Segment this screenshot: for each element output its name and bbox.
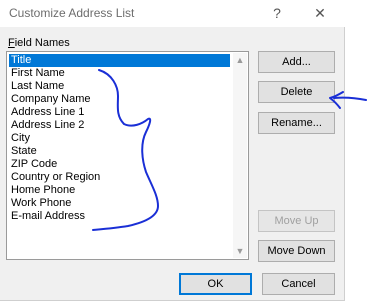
field-names-label: Field Names [8,37,70,49]
cancel-button[interactable]: Cancel [262,273,335,295]
scroll-up-icon[interactable]: ▲ [233,53,247,67]
list-item[interactable]: Last Name [9,80,66,93]
ok-button[interactable]: OK [179,273,252,295]
list-item[interactable]: Address Line 1 [9,106,86,119]
add-button[interactable]: Add... [258,51,335,73]
list-item[interactable]: Country or Region [9,171,102,184]
field-names-list[interactable]: Title First Name Last Name Company Name Addr… [6,51,249,260]
list-item[interactable]: City [9,132,32,145]
list-item[interactable]: Title [8,53,231,68]
help-icon[interactable]: ? [266,3,288,23]
scroll-down-icon[interactable]: ▼ [233,244,247,258]
list-item[interactable]: Home Phone [9,184,77,197]
list-item[interactable]: First Name [9,67,67,80]
move-down-button[interactable]: Move Down [258,240,335,262]
customize-address-list-dialog: Customize Address List ? ✕ Field Names T… [0,0,345,301]
list-item[interactable]: State [9,145,39,158]
list-scrollbar[interactable]: ▲ ▼ [233,53,247,258]
rename-button[interactable]: Rename... [258,112,335,134]
list-item[interactable]: Company Name [9,93,92,106]
title-bar: Customize Address List ? ✕ [0,0,345,27]
list-item[interactable]: ZIP Code [9,158,59,171]
dialog-title: Customize Address List [9,6,135,20]
list-item[interactable]: E-mail Address [9,210,87,223]
close-icon[interactable]: ✕ [309,3,331,23]
list-item[interactable]: Address Line 2 [9,119,86,132]
delete-button[interactable]: Delete [258,81,335,103]
move-up-button[interactable]: Move Up [258,210,335,232]
list-item[interactable]: Work Phone [9,197,73,210]
